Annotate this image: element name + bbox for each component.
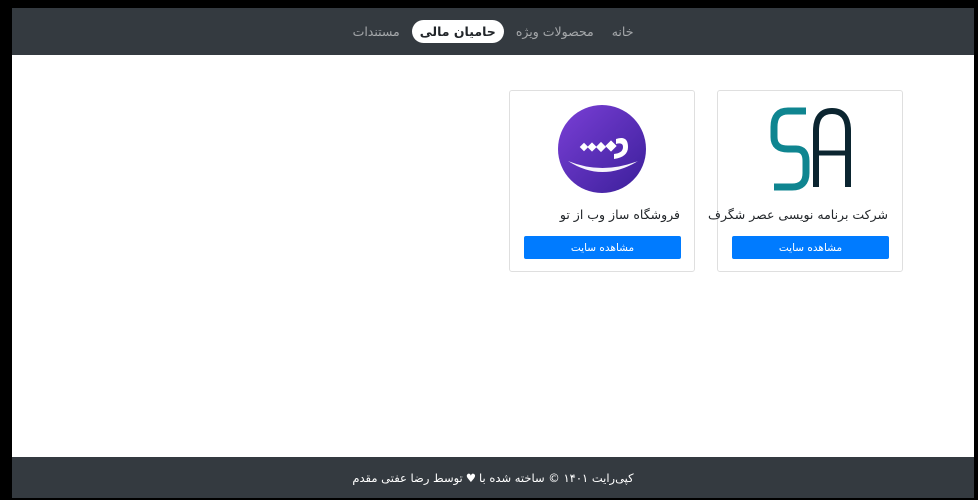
navbar: خانه محصولات ویژه حامیان مالی مستندات — [12, 8, 974, 55]
sponsor-card-vazto: فروشگاه ساز وب از تو مشاهده سایت — [509, 90, 695, 272]
heart-icon: ♥ — [465, 470, 477, 485]
sa-logo-icon — [770, 107, 851, 191]
sa-logo — [718, 101, 902, 197]
nav-list: خانه محصولات ویژه حامیان مالی مستندات — [12, 8, 974, 55]
vazto-logo — [510, 101, 694, 197]
nav-item-home[interactable]: خانه — [606, 20, 640, 43]
sponsor-card-sa: شرکت برنامه نویسی عصر شگرف مشاهده سایت — [708, 90, 903, 272]
visit-site-button[interactable]: مشاهده سایت — [732, 236, 889, 259]
footer: کپی‌رایت ۱۴۰۱ © ساخته شده با ♥ توسط رضا … — [12, 457, 974, 498]
page: خانه محصولات ویژه حامیان مالی مستندات فر… — [12, 8, 974, 498]
footer-text-after: توسط رضا عفتی مقدم — [352, 470, 463, 485]
footer-text-before: کپی‌رایت ۱۴۰۱ © ساخته شده با — [479, 470, 634, 485]
sponsor-title: شرکت برنامه نویسی عصر شگرف — [708, 207, 888, 222]
nav-item-docs[interactable]: مستندات — [347, 20, 406, 43]
nav-item-featured-products[interactable]: محصولات ویژه — [510, 20, 600, 43]
sponsor-title: فروشگاه ساز وب از تو — [559, 207, 680, 222]
vazto-logo-icon — [558, 105, 646, 193]
sponsor-cards: فروشگاه ساز وب از تو مشاهده سایت شرکت بر… — [509, 90, 903, 272]
nav-item-sponsors[interactable]: حامیان مالی — [411, 20, 504, 43]
visit-site-button[interactable]: مشاهده سایت — [524, 236, 681, 259]
